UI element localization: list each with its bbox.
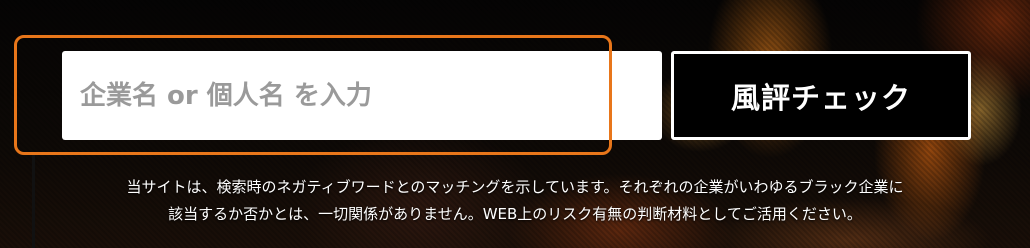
reputation-check-button[interactable]: 風評チェック [671,51,971,140]
disclaimer-text: 当サイトは、検索時のネガティブワードとのマッチングを示しています。それぞれの企業… [20,174,1010,228]
hero-search-section: 風評チェック 当サイトは、検索時のネガティブワードとのマッチングを示しています。… [0,0,1030,248]
disclaimer-line-2: 該当するか否かとは、一切関係がありません。WEB上のリスク有無の判断材料としてご… [168,205,862,223]
company-search-input[interactable] [62,51,662,140]
disclaimer-line-1: 当サイトは、検索時のネガティブワードとのマッチングを示しています。それぞれの企業… [126,178,904,196]
